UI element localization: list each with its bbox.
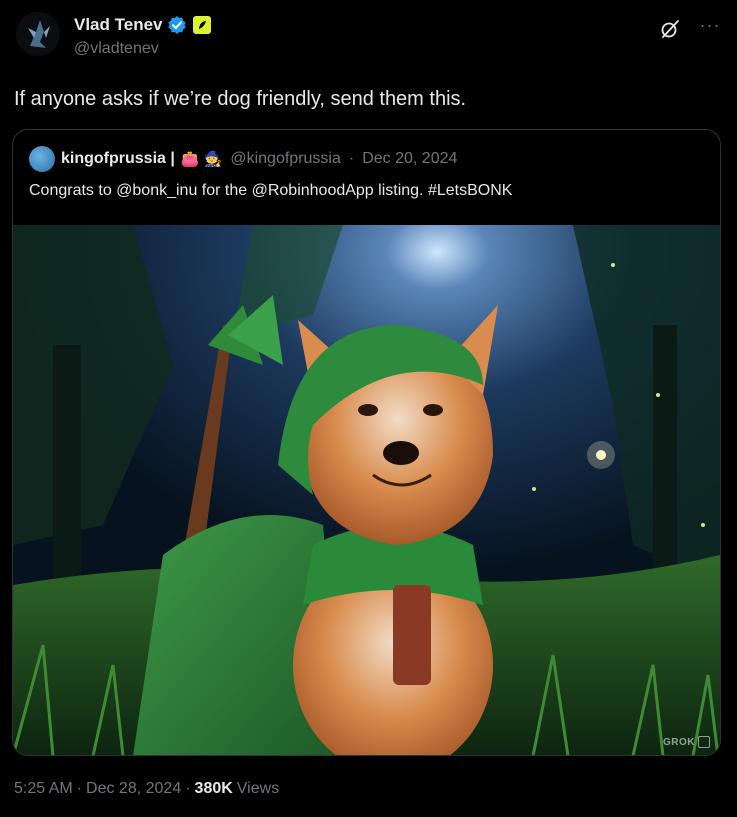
quote-separator: ·: [348, 150, 355, 167]
tweet-header: Vlad Tenev @vladtenev ···: [16, 12, 721, 68]
quote-author-display-name[interactable]: kingofprussia |: [61, 150, 175, 168]
robinhood-feather-icon[interactable]: [192, 16, 211, 34]
tweet-date[interactable]: Dec 28, 2024: [86, 780, 181, 798]
quote-author-handle[interactable]: @kingofprussia: [230, 150, 341, 168]
grok-icon[interactable]: [659, 18, 681, 40]
footer-separator: ·: [185, 780, 191, 797]
tweet-time[interactable]: 5:25 AM: [14, 780, 73, 798]
author-display-name[interactable]: Vlad Tenev: [74, 15, 163, 35]
grok-watermark: GROK: [663, 736, 710, 748]
views-label: Views: [236, 780, 280, 797]
quote-author-emojis: 👛 🧙: [180, 151, 223, 168]
views-count: 380K: [194, 780, 233, 797]
quote-text: Congrats to @bonk_inu for the @Robinhood…: [29, 182, 513, 199]
verified-badge-icon[interactable]: [167, 15, 187, 35]
tweet-text: If anyone asks if we’re dog friendly, se…: [14, 88, 467, 110]
tweet-footer: 5:25 AM · Dec 28, 2024 · 380K Views: [14, 780, 279, 798]
quoted-tweet[interactable]: kingofprussia | 👛 🧙 @kingofprussia · Dec…: [12, 129, 721, 756]
more-options-icon[interactable]: ···: [699, 16, 721, 40]
footer-separator: ·: [76, 780, 83, 797]
quote-date[interactable]: Dec 20, 2024: [362, 150, 457, 168]
author-handle[interactable]: @vladtenev: [74, 40, 159, 58]
quote-author-avatar[interactable]: [29, 146, 55, 172]
author-avatar[interactable]: [16, 12, 60, 56]
shiba-inu-robin-hood-image[interactable]: GROK: [13, 225, 720, 755]
